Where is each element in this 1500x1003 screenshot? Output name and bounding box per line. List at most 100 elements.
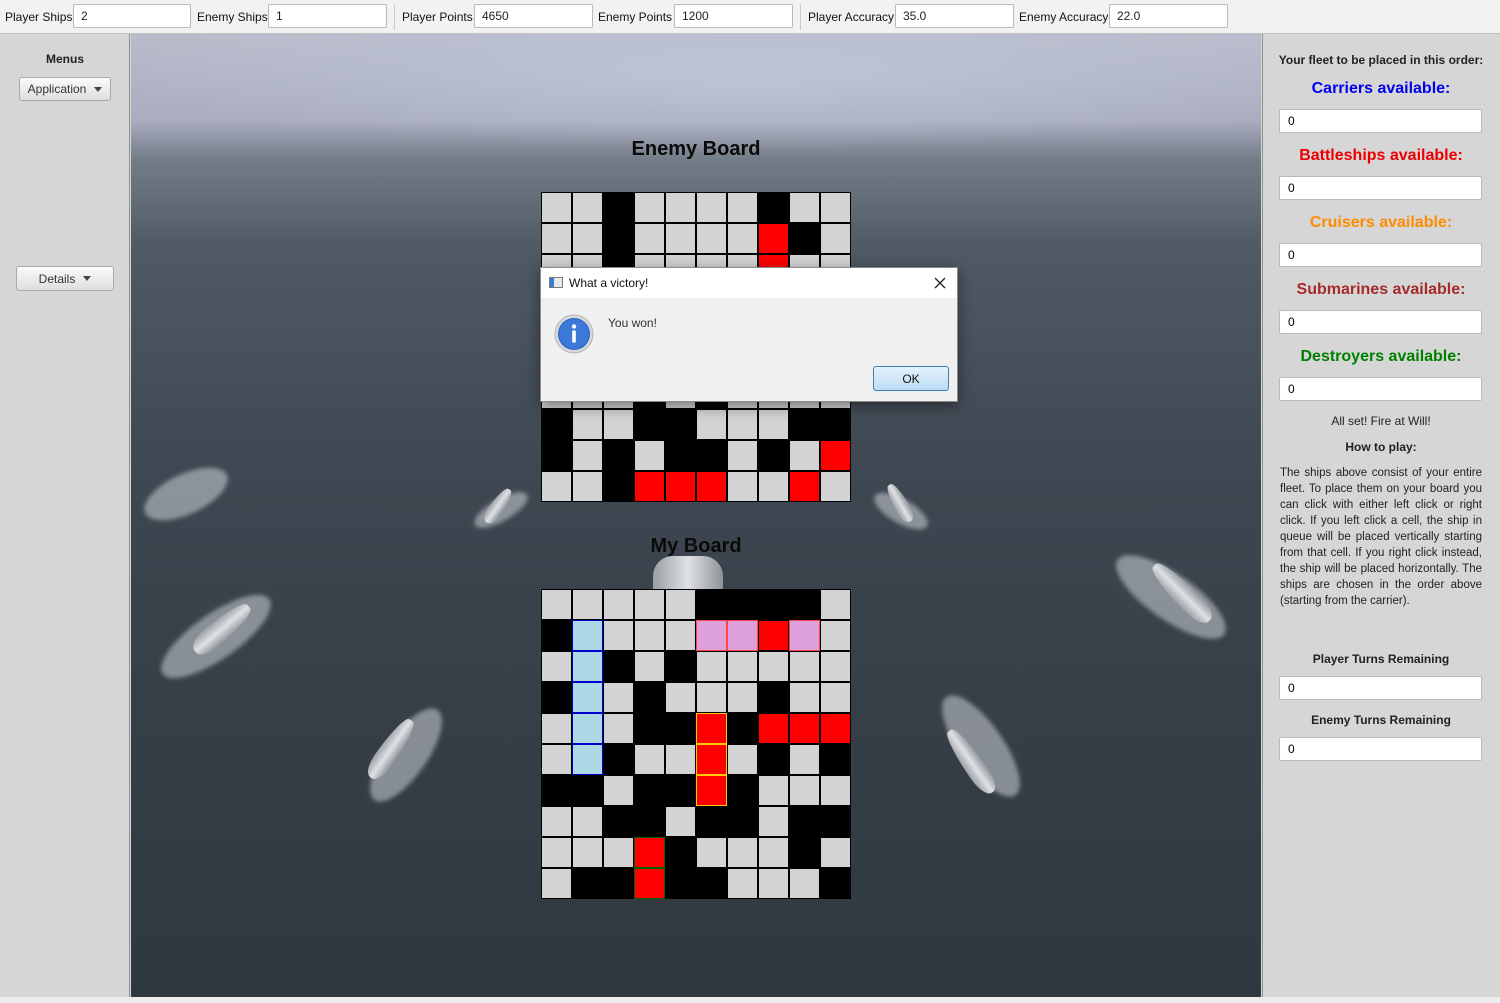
board-cell[interactable]: [696, 837, 727, 868]
board-cell[interactable]: [634, 409, 665, 440]
board-cell[interactable]: [541, 837, 572, 868]
enemy-ships-field[interactable]: [268, 4, 387, 28]
enemy-accuracy-field[interactable]: [1109, 4, 1228, 28]
board-cell[interactable]: [665, 713, 696, 744]
board-cell[interactable]: [789, 744, 820, 775]
my-board-grid[interactable]: [541, 589, 851, 899]
board-cell[interactable]: [758, 471, 789, 502]
board-cell[interactable]: [572, 775, 603, 806]
board-cell[interactable]: [696, 744, 727, 775]
board-cell[interactable]: [820, 440, 851, 471]
board-cell[interactable]: [727, 775, 758, 806]
board-cell[interactable]: [541, 806, 572, 837]
battleships-field[interactable]: [1279, 176, 1482, 200]
board-cell[interactable]: [820, 589, 851, 620]
board-cell[interactable]: [789, 868, 820, 899]
board-cell[interactable]: [541, 713, 572, 744]
board-cell[interactable]: [572, 440, 603, 471]
board-cell[interactable]: [572, 223, 603, 254]
board-cell[interactable]: [758, 440, 789, 471]
board-cell[interactable]: [665, 192, 696, 223]
board-cell[interactable]: [758, 837, 789, 868]
board-cell[interactable]: [789, 682, 820, 713]
board-cell[interactable]: [696, 806, 727, 837]
board-cell[interactable]: [541, 192, 572, 223]
board-cell[interactable]: [758, 806, 789, 837]
board-cell[interactable]: [789, 620, 820, 651]
board-cell[interactable]: [789, 589, 820, 620]
board-cell[interactable]: [634, 868, 665, 899]
board-cell[interactable]: [758, 744, 789, 775]
carriers-field[interactable]: [1279, 109, 1482, 133]
board-cell[interactable]: [541, 589, 572, 620]
board-cell[interactable]: [727, 192, 758, 223]
board-cell[interactable]: [665, 223, 696, 254]
board-cell[interactable]: [572, 837, 603, 868]
board-cell[interactable]: [820, 837, 851, 868]
board-cell[interactable]: [820, 744, 851, 775]
board-cell[interactable]: [634, 713, 665, 744]
board-cell[interactable]: [603, 192, 634, 223]
board-cell[interactable]: [603, 620, 634, 651]
board-cell[interactable]: [665, 837, 696, 868]
player-points-field[interactable]: [474, 4, 593, 28]
board-cell[interactable]: [634, 651, 665, 682]
board-cell[interactable]: [727, 651, 758, 682]
board-cell[interactable]: [727, 837, 758, 868]
board-cell[interactable]: [696, 223, 727, 254]
board-cell[interactable]: [696, 409, 727, 440]
board-cell[interactable]: [572, 682, 603, 713]
board-cell[interactable]: [696, 192, 727, 223]
board-cell[interactable]: [820, 682, 851, 713]
board-cell[interactable]: [727, 744, 758, 775]
board-cell[interactable]: [758, 868, 789, 899]
board-cell[interactable]: [603, 713, 634, 744]
board-cell[interactable]: [820, 471, 851, 502]
enemy-turns-field[interactable]: [1279, 737, 1482, 761]
board-cell[interactable]: [758, 713, 789, 744]
application-menu-button[interactable]: Application: [19, 77, 111, 101]
board-cell[interactable]: [572, 713, 603, 744]
board-cell[interactable]: [603, 471, 634, 502]
board-cell[interactable]: [789, 775, 820, 806]
board-cell[interactable]: [603, 837, 634, 868]
board-cell[interactable]: [696, 682, 727, 713]
board-cell[interactable]: [727, 713, 758, 744]
details-menu-button[interactable]: Details: [16, 266, 114, 291]
board-cell[interactable]: [727, 682, 758, 713]
board-cell[interactable]: [634, 471, 665, 502]
board-cell[interactable]: [727, 223, 758, 254]
board-cell[interactable]: [820, 775, 851, 806]
ok-button[interactable]: OK: [873, 366, 949, 391]
board-cell[interactable]: [603, 806, 634, 837]
board-cell[interactable]: [665, 440, 696, 471]
board-cell[interactable]: [665, 409, 696, 440]
board-cell[interactable]: [820, 651, 851, 682]
board-cell[interactable]: [665, 471, 696, 502]
board-cell[interactable]: [820, 868, 851, 899]
board-cell[interactable]: [758, 775, 789, 806]
board-cell[interactable]: [603, 440, 634, 471]
board-cell[interactable]: [727, 440, 758, 471]
board-cell[interactable]: [634, 192, 665, 223]
board-cell[interactable]: [665, 806, 696, 837]
board-cell[interactable]: [789, 223, 820, 254]
board-cell[interactable]: [789, 409, 820, 440]
board-cell[interactable]: [696, 589, 727, 620]
board-cell[interactable]: [603, 223, 634, 254]
board-cell[interactable]: [696, 440, 727, 471]
board-cell[interactable]: [665, 868, 696, 899]
enemy-points-field[interactable]: [674, 4, 793, 28]
board-cell[interactable]: [572, 192, 603, 223]
board-cell[interactable]: [789, 440, 820, 471]
board-cell[interactable]: [634, 440, 665, 471]
board-cell[interactable]: [541, 440, 572, 471]
board-cell[interactable]: [572, 744, 603, 775]
board-cell[interactable]: [541, 744, 572, 775]
board-cell[interactable]: [665, 589, 696, 620]
board-cell[interactable]: [634, 775, 665, 806]
player-turns-field[interactable]: [1279, 676, 1482, 700]
board-cell[interactable]: [665, 775, 696, 806]
board-cell[interactable]: [696, 775, 727, 806]
board-cell[interactable]: [572, 471, 603, 502]
